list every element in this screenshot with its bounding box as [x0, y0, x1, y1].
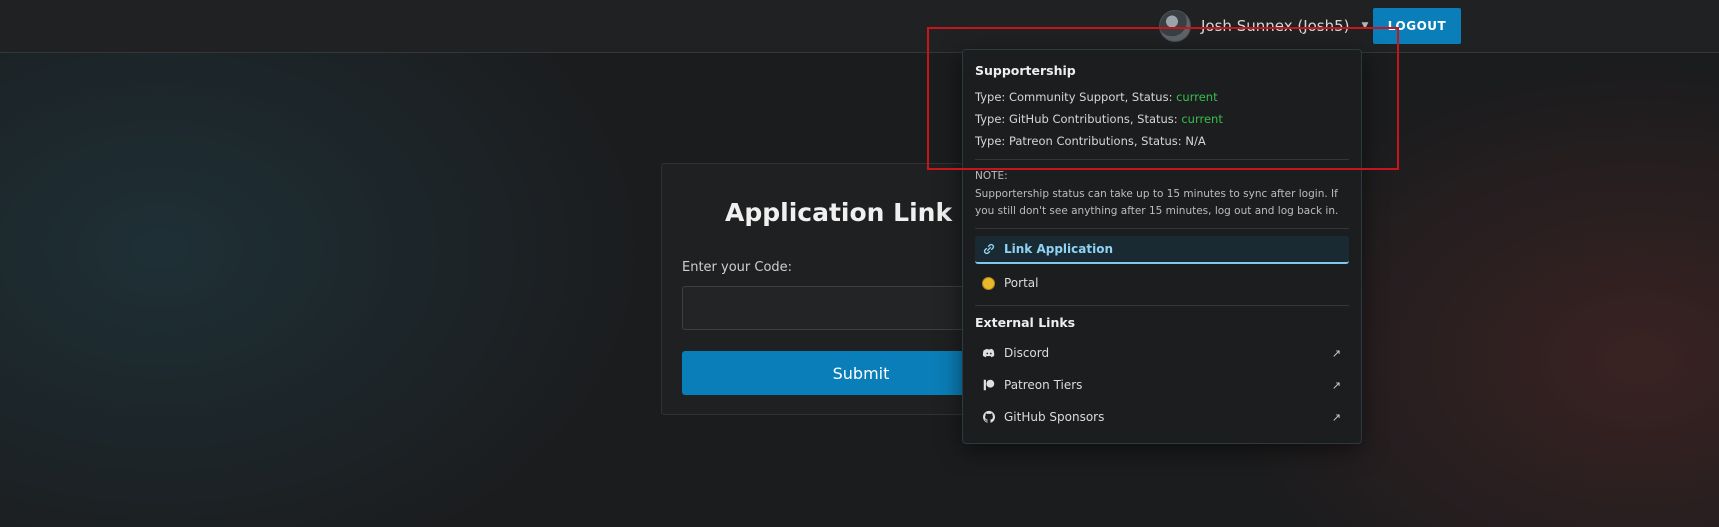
external-link-label: Patreon Tiers: [1004, 378, 1083, 392]
supportership-heading: Supportership: [975, 63, 1076, 78]
external-link-github-sponsors[interactable]: GitHub Sponsors ↗: [975, 403, 1349, 431]
code-label: Enter your Code:: [682, 260, 793, 275]
user-name: Josh Sunnex (Josh5): [1201, 17, 1350, 35]
external-link-label: GitHub Sponsors: [1004, 410, 1105, 424]
user-dropdown-menu: Supportership Type: Community Support, S…: [962, 49, 1362, 444]
status-line-patreon: Type: Patreon Contributions, Status: N/A: [975, 134, 1206, 148]
status-value: current: [1176, 90, 1218, 104]
divider: [975, 159, 1349, 160]
discord-icon: [981, 346, 996, 361]
status-value: current: [1181, 112, 1223, 126]
external-link-patreon-tiers[interactable]: Patreon Tiers ↗: [975, 371, 1349, 399]
menu-item-portal[interactable]: Portal: [975, 269, 1349, 297]
patreon-icon: [981, 378, 996, 393]
menu-item-label: Portal: [1004, 276, 1039, 290]
external-links-heading: External Links: [975, 315, 1076, 330]
external-link-icon: ↗: [1331, 410, 1341, 424]
status-type: Type: GitHub Contributions, Status:: [975, 112, 1182, 126]
coin-icon: [981, 276, 996, 291]
status-line-github: Type: GitHub Contributions, Status: curr…: [975, 112, 1223, 126]
divider: [975, 228, 1349, 229]
menu-item-label: Link Application: [1004, 242, 1114, 256]
menu-item-link-application[interactable]: Link Application: [975, 236, 1349, 264]
external-link-label: Discord: [1004, 346, 1050, 360]
status-line-community: Type: Community Support, Status: current: [975, 90, 1218, 104]
note-text: Supportership status can take up to 15 m…: [975, 188, 1339, 217]
avatar: [1159, 10, 1191, 42]
user-menu-toggle[interactable]: Josh Sunnex (Josh5) ▼: [1159, 10, 1368, 42]
link-icon: [981, 242, 996, 257]
top-bar: Josh Sunnex (Josh5) ▼ LOGOUT: [0, 0, 1719, 53]
divider: [975, 305, 1349, 306]
status-type: Type: Community Support, Status:: [975, 90, 1177, 104]
caret-down-icon: ▼: [1361, 21, 1369, 31]
logout-button[interactable]: LOGOUT: [1373, 8, 1461, 44]
note-label: NOTE:: [975, 170, 1008, 182]
github-icon: [981, 410, 996, 425]
external-link-icon: ↗: [1331, 346, 1341, 360]
status-type: Type: Patreon Contributions, Status:: [975, 134, 1186, 148]
external-link-discord[interactable]: Discord ↗: [975, 339, 1349, 367]
status-value: N/A: [1185, 134, 1206, 148]
external-link-icon: ↗: [1331, 378, 1341, 392]
